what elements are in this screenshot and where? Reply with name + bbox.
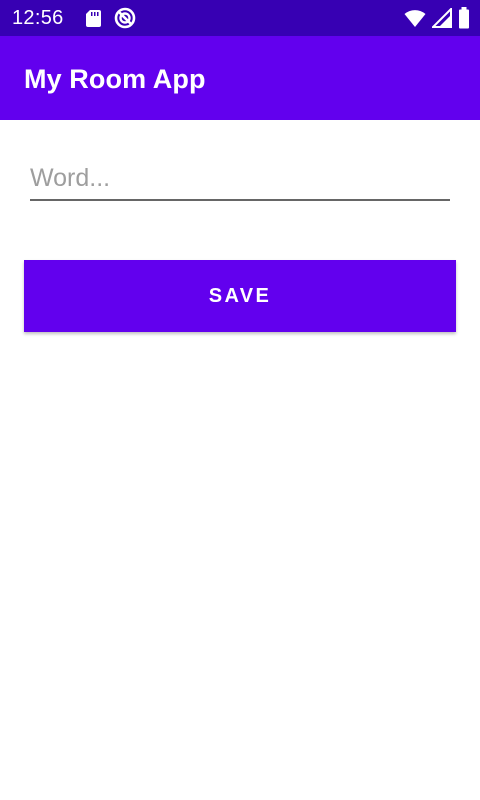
- cellular-signal-icon: [432, 8, 452, 28]
- battery-icon: [458, 7, 470, 29]
- wifi-icon: [404, 8, 426, 28]
- save-button[interactable]: SAVE: [24, 260, 456, 332]
- sd-card-icon: [82, 7, 104, 29]
- word-input[interactable]: [30, 156, 450, 201]
- sync-disabled-icon: [113, 7, 136, 29]
- app-screen: 12:56 My Room App Word... SAVE: [0, 0, 480, 800]
- app-title: My Room App: [24, 64, 206, 94]
- status-time: 12:56: [12, 7, 64, 29]
- status-bar: 12:56: [0, 0, 480, 36]
- app-bar: My Room App: [0, 36, 480, 120]
- status-icons-right: [404, 7, 470, 29]
